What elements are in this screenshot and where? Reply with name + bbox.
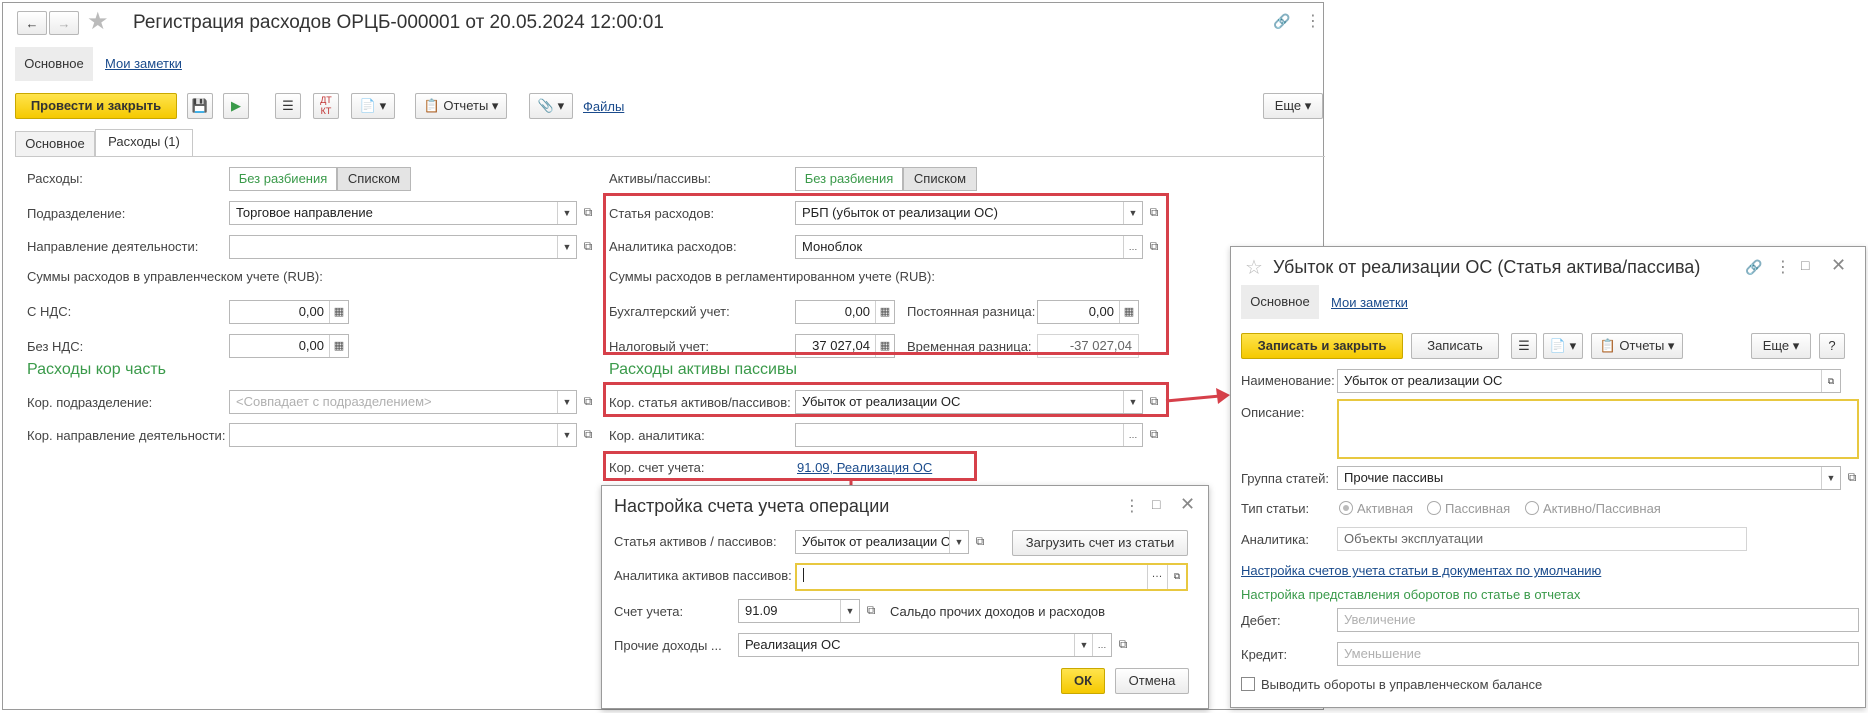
close-icon[interactable]: ✕ <box>1180 494 1195 515</box>
save-button[interactable]: Записать <box>1411 333 1499 359</box>
debit-field[interactable]: Увеличение <box>1337 608 1859 632</box>
open-icon[interactable]: ⧉ <box>1114 633 1132 657</box>
load-account-button[interactable]: Загрузить счет из статьи <box>1012 530 1188 556</box>
open-icon[interactable]: ⧉ <box>1843 466 1861 490</box>
group-field[interactable]: Прочие пассивы ▼ <box>1337 466 1841 490</box>
group-label: Группа статей: <box>1241 471 1329 486</box>
item-analytics-label: Аналитика: <box>1241 532 1309 547</box>
save-and-close-button[interactable]: Записать и закрыть <box>1241 333 1403 359</box>
radio-icon <box>1525 501 1539 515</box>
chevron-down-icon[interactable]: ▼ <box>949 531 968 553</box>
close-icon[interactable]: ✕ <box>1831 255 1846 276</box>
credit-field[interactable]: Уменьшение <box>1337 642 1859 666</box>
link-icon[interactable]: 🔗 <box>1745 259 1762 276</box>
desc-label: Описание: <box>1241 405 1305 420</box>
more-vert-icon[interactable]: ⋮ <box>1775 257 1791 277</box>
item-more-label: Еще <box>1762 338 1790 353</box>
open-icon[interactable]: ⧉ <box>971 530 989 554</box>
type-option-active[interactable]: Активная <box>1339 501 1413 516</box>
credit-placeholder: Уменьшение <box>1344 646 1422 661</box>
type-option-passive[interactable]: Пассивная <box>1427 501 1510 516</box>
name-label: Наименование: <box>1241 373 1335 388</box>
list-icon[interactable]: ☰ <box>1511 333 1537 359</box>
ok-button[interactable]: ОК <box>1061 668 1105 694</box>
chevron-down-icon[interactable]: ▼ <box>840 600 859 622</box>
account-settings-dialog: Настройка счета учета операции ⋮ □ ✕ Ста… <box>601 485 1209 709</box>
dialog-account-value: 91.09 <box>745 603 778 618</box>
item-reports-label: Отчеты <box>1619 338 1665 353</box>
mgmt-balance-label: Выводить обороты в управленческом баланс… <box>1261 677 1543 692</box>
more-vert-icon[interactable]: ⋮ <box>1124 496 1140 516</box>
dialog-other-income-value: Реализация ОС <box>745 637 841 652</box>
type-option-active-label: Активная <box>1357 501 1414 516</box>
dialog-other-income-label: Прочие доходы ... <box>614 638 722 653</box>
create-based-button[interactable]: 📄 ▾ <box>1543 333 1583 359</box>
item-title: Убыток от реализации ОС (Статья актива/п… <box>1273 257 1701 277</box>
dialog-item-label: Статья активов / пассивов: <box>614 534 777 549</box>
desc-field[interactable] <box>1337 399 1859 459</box>
text-cursor <box>803 568 804 582</box>
maximize-icon[interactable]: □ <box>1152 496 1160 512</box>
mgmt-balance-checkbox[interactable]: Выводить обороты в управленческом баланс… <box>1241 677 1542 692</box>
item-analytics-value: Объекты эксплуатации <box>1344 531 1484 546</box>
credit-label: Кредит: <box>1241 647 1288 662</box>
ellipsis-icon[interactable]: … <box>1092 634 1111 656</box>
debit-label: Дебет: <box>1241 613 1281 628</box>
ellipsis-icon[interactable]: … <box>1147 565 1166 589</box>
type-option-passive-label: Пассивная <box>1445 501 1511 516</box>
type-label: Тип статьи: <box>1241 501 1310 516</box>
radio-icon <box>1427 501 1441 515</box>
item-nav-tab-notes[interactable]: Мои заметки <box>1331 295 1408 310</box>
open-icon[interactable]: ⧉ <box>1167 565 1186 589</box>
dialog-title: Настройка счета учета операции <box>614 496 890 516</box>
item-reports-button[interactable]: 📋 Отчеты ▾ <box>1591 333 1683 359</box>
item-window: ☆ Убыток от реализации ОС (Статья актива… <box>1230 246 1866 708</box>
item-nav-tab-main[interactable]: Основное <box>1241 285 1319 319</box>
turnover-section-title: Настройка представления оборотов по стат… <box>1241 587 1581 602</box>
chevron-down-icon[interactable]: ▼ <box>1821 467 1840 489</box>
dialog-item-value: Убыток от реализации ОС <box>802 534 961 549</box>
dialog-analytics-label: Аналитика активов пассивов: <box>614 568 792 583</box>
item-analytics-field: Объекты эксплуатации <box>1337 527 1747 551</box>
type-option-both-label: Активно/Пассивная <box>1543 501 1661 516</box>
type-option-both[interactable]: Активно/Пассивная <box>1525 501 1661 516</box>
help-button[interactable]: ? <box>1819 333 1845 359</box>
dialog-other-income-field[interactable]: Реализация ОС ▼ … <box>738 633 1112 657</box>
dialog-item-field[interactable]: Убыток от реализации ОС ▼ <box>795 530 969 554</box>
dialog-account-label: Счет учета: <box>614 604 684 619</box>
star-icon[interactable]: ☆ <box>1245 255 1263 280</box>
item-more-button[interactable]: Еще ▾ <box>1751 333 1811 359</box>
accounts-settings-link[interactable]: Настройка счетов учета статьи в документ… <box>1241 563 1601 578</box>
name-value: Убыток от реализации ОС <box>1344 373 1503 388</box>
dialog-account-desc: Сальдо прочих доходов и расходов <box>890 604 1106 619</box>
chevron-down-icon[interactable]: ▼ <box>1074 634 1093 656</box>
open-icon[interactable]: ⧉ <box>862 599 880 623</box>
radio-icon <box>1339 501 1353 515</box>
dialog-account-field[interactable]: 91.09 ▼ <box>738 599 860 623</box>
open-icon[interactable]: ⧉ <box>1821 370 1840 392</box>
group-value: Прочие пассивы <box>1344 470 1444 485</box>
cancel-button[interactable]: Отмена <box>1115 668 1189 694</box>
dialog-analytics-field[interactable]: … ⧉ <box>795 563 1188 591</box>
checkbox-icon <box>1241 677 1255 691</box>
debit-placeholder: Увеличение <box>1344 612 1416 627</box>
name-field[interactable]: Убыток от реализации ОС ⧉ <box>1337 369 1841 393</box>
maximize-icon[interactable]: □ <box>1801 257 1809 273</box>
